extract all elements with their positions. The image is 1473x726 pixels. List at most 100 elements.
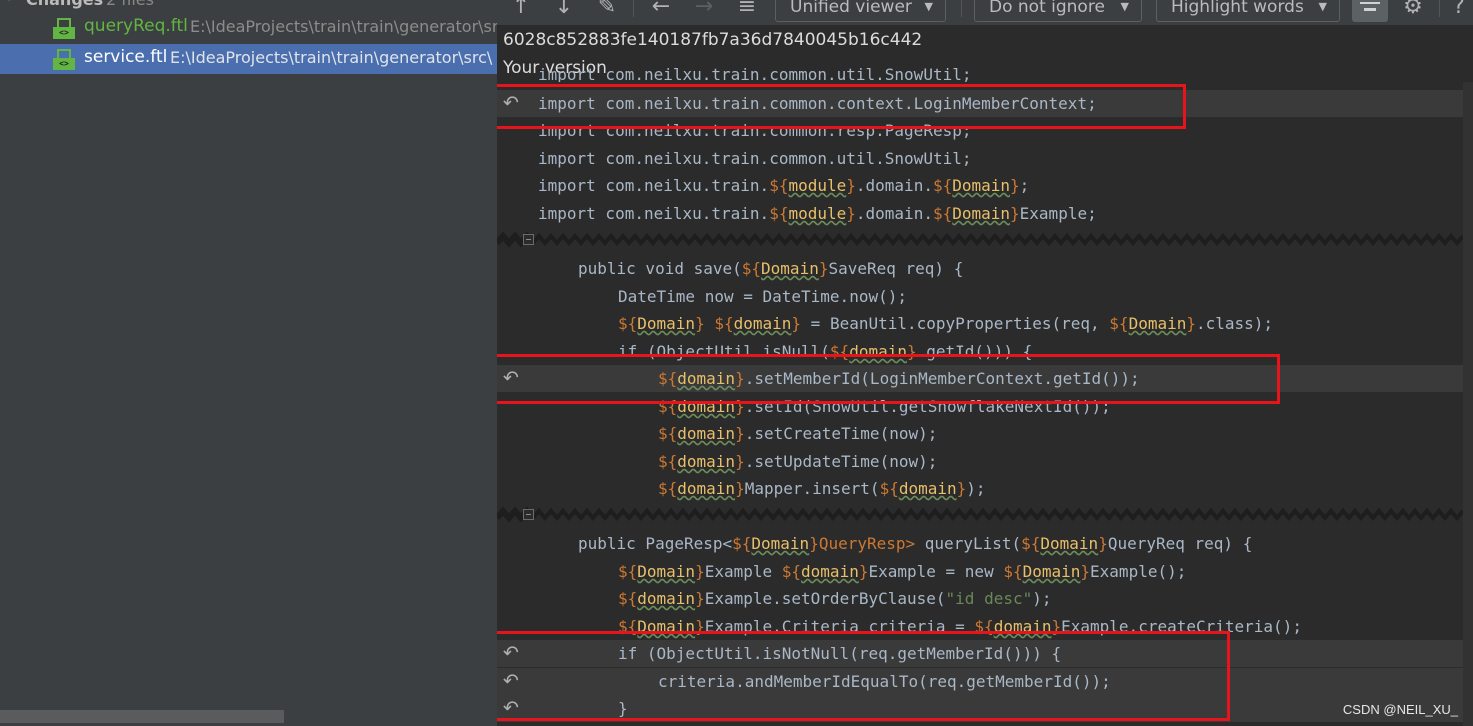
code-token: if (ObjectUtil.isNull( (618, 342, 830, 361)
commit-hash: 6028c852883fe140187fb7a36d7840045b16c442 (503, 30, 923, 50)
arrow-down-icon[interactable]: ↓ (550, 0, 578, 20)
revert-arrow-icon[interactable]: ↶ (500, 640, 522, 667)
changes-group-header[interactable]: ▾ Changes 2 files (0, 0, 497, 10)
code-line: if (ObjectUtil.isNull(${domain}.getId())… (497, 338, 1463, 365)
code-line-modified: ↶ ${domain}.setMemberId(LoginMemberContex… (497, 365, 1463, 392)
code-token: } (695, 314, 705, 333)
code-token: Example (704, 562, 782, 581)
code-token: .setCreateTime(now); (744, 424, 938, 443)
file-name: queryReq.ftl (84, 16, 188, 36)
code-text: import com.neilxu.train.common.util.Snow… (538, 65, 972, 82)
code-token: } (735, 479, 745, 498)
code-token: SaveReq req) { (828, 259, 964, 278)
code-token: ${ (932, 176, 953, 195)
settings-icon[interactable]: ⚙ (1399, 0, 1427, 20)
code-line: import com.neilxu.train.${module}.domain… (497, 172, 1463, 199)
code-text: import com.neilxu.train.common.resp.Page… (538, 117, 971, 144)
code-token: "id desc" (945, 589, 1033, 608)
code-token: Mapper.insert( (744, 479, 880, 498)
code-text: import com.neilxu.train.${module}.domain… (538, 172, 1029, 199)
code-text: import com.neilxu.train.common.util.Snow… (538, 145, 971, 172)
fold-collapsed-icon[interactable] (523, 509, 534, 520)
code-token: ${ (879, 479, 899, 498)
collapse-unchanged-toggle[interactable] (1352, 0, 1388, 22)
code-token: domain (801, 562, 859, 581)
changed-file-row[interactable]: <> queryReq.ftl E:\IdeaProjects\train\tr… (0, 13, 497, 43)
code-text: import com.neilxu.train.common.context.L… (538, 90, 1097, 117)
expand-arrow-icon[interactable]: ▾ (6, 0, 12, 4)
collapsed-fold-marker[interactable] (497, 504, 1463, 526)
code-token: Example.createCriteria(); (1061, 617, 1302, 636)
horizontal-scrollbar[interactable] (0, 710, 284, 723)
code-token: Domain (751, 534, 810, 553)
code-line: ${Domain}Example.Criteria criteria = ${d… (497, 613, 1463, 640)
code-token: } (695, 562, 705, 581)
code-token: .setId(SnowUtil.getSnowflakeNextId()); (744, 397, 1111, 416)
file-name: service.ftl (84, 47, 168, 67)
code-token: } (735, 369, 745, 388)
code-token: ${ (741, 259, 762, 278)
code-token: import com.neilxu.train.common.resp.Page… (538, 121, 972, 140)
code-token: domain (677, 479, 736, 498)
code-token: Example = new (868, 562, 1004, 581)
revert-arrow-icon[interactable]: ↶ (500, 90, 522, 117)
code-token: import com.neilxu.train. (538, 176, 770, 195)
code-token: } (695, 589, 705, 608)
code-token: Domain (952, 176, 1011, 195)
code-token: queryList( (915, 534, 1022, 553)
code-text: ${Domain}Example ${domain}Example = new … (618, 558, 1186, 585)
code-token: ${ (1003, 562, 1023, 581)
arrow-up-icon[interactable]: ↑ (507, 0, 535, 20)
viewer-mode-dropdown[interactable]: Unified viewer ▼ (775, 0, 946, 22)
forward-icon[interactable]: → (690, 0, 718, 20)
code-token: } (735, 452, 745, 471)
code-token: domain (849, 342, 907, 361)
fold-collapsed-icon[interactable] (523, 234, 534, 245)
revert-arrow-icon[interactable]: ↶ (500, 668, 522, 695)
code-token: domain (637, 589, 696, 608)
help-icon[interactable]: ? (1445, 0, 1473, 20)
file-path: E:\IdeaProjects\train\train\generator\sr… (170, 48, 493, 67)
viewer-mode-value: Unified viewer (790, 0, 912, 17)
code-token: public void save( (578, 259, 742, 278)
code-token: import com.neilxu.train.common.util.Snow… (538, 149, 972, 168)
code-token: criteria.andMemberIdEqualTo(req.getMembe… (658, 672, 1111, 691)
code-line: ${domain}.setCreateTime(now); (497, 420, 1463, 447)
code-token: .domain. (855, 204, 933, 223)
code-token: ${ (932, 204, 953, 223)
code-line: ${Domain} ${domain} = BeanUtil.copyPrope… (497, 310, 1463, 337)
code-token: domain (677, 397, 736, 416)
code-token: Domain (1040, 534, 1099, 553)
code-token: } (695, 617, 705, 636)
code-token: ${ (618, 589, 638, 608)
code-text: ${domain}.setId(SnowUtil.getSnowflakeNex… (658, 393, 1111, 420)
code-token: domain (677, 424, 736, 443)
collapsed-fold-marker[interactable] (497, 229, 1463, 251)
code-text: import com.neilxu.train.${module}.domain… (538, 200, 1097, 227)
code-token: } (1051, 617, 1062, 636)
code-text: criteria.andMemberIdEqualTo(req.getMembe… (658, 668, 1111, 695)
edit-icon[interactable]: ✎ (593, 0, 621, 20)
revert-arrow-icon[interactable]: ↶ (500, 365, 522, 392)
ftl-file-icon: <> (53, 18, 75, 40)
changed-file-row-selected[interactable]: <> service.ftl E:\IdeaProjects\train\tra… (0, 44, 497, 74)
code-token: ${ (658, 424, 678, 443)
code-line: ${domain}.setUpdateTime(now); (497, 448, 1463, 475)
vertical-scrollbar[interactable] (1463, 82, 1473, 726)
whitespace-dropdown[interactable]: Do not ignore ▼ (974, 0, 1142, 22)
code-token: Example.Criteria criteria = (704, 617, 975, 636)
code-token: if (ObjectUtil.isNotNull(req.getMemberId… (618, 644, 1062, 663)
list-icon[interactable]: ≡ (733, 0, 761, 20)
code-token: } (1010, 176, 1020, 195)
back-icon[interactable]: ← (647, 0, 675, 20)
code-token: } (846, 176, 856, 195)
code-editor[interactable]: import com.neilxu.train.common.util.Snow… (497, 65, 1473, 726)
code-line: ${domain}Mapper.insert(${domain}); (497, 475, 1463, 502)
code-text: ${domain}Example.setOrderByClause("id de… (618, 585, 1052, 612)
code-token: Domain (952, 204, 1011, 223)
highlight-dropdown[interactable]: Highlight words ▼ (1156, 0, 1340, 22)
code-line-modified: ↶ if (ObjectUtil.isNotNull(req.getMemberI… (497, 640, 1463, 667)
revert-arrow-icon[interactable]: ↶ (500, 695, 522, 722)
code-token: domain (677, 452, 736, 471)
code-token: .class); (1196, 314, 1274, 333)
